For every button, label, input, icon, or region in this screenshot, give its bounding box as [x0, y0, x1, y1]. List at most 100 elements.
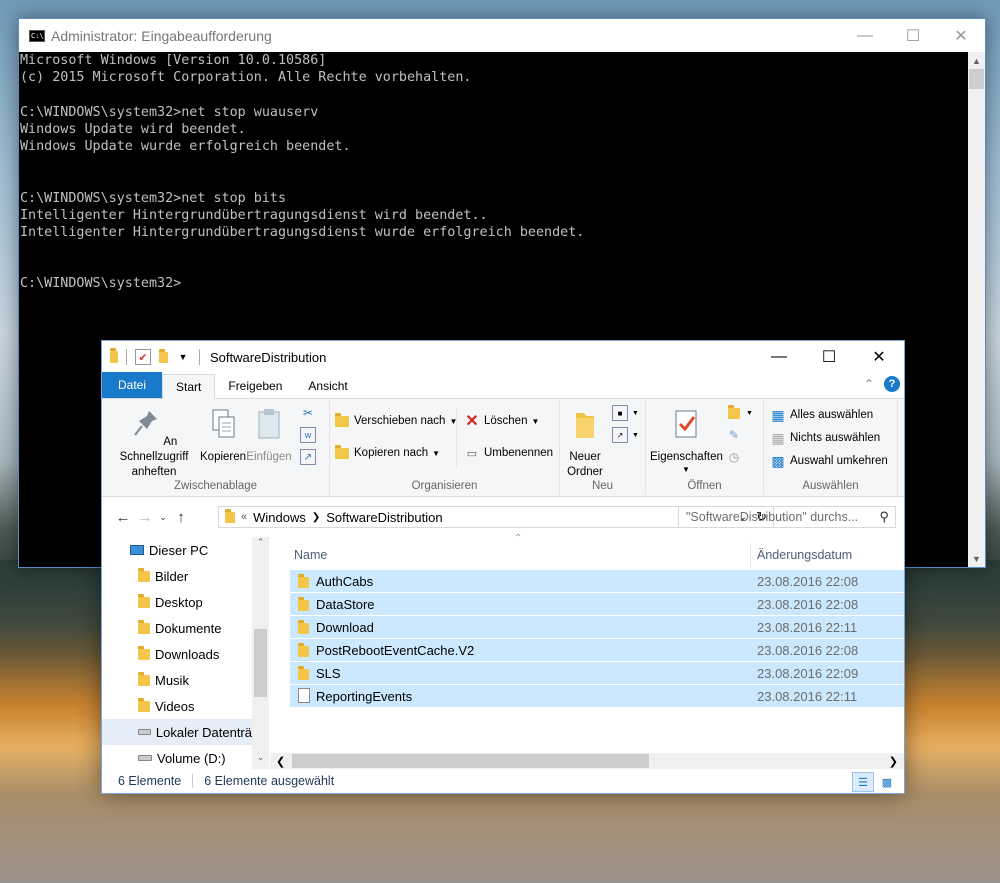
scroll-thumb[interactable] — [292, 754, 649, 768]
close-button[interactable]: ✕ — [937, 19, 985, 52]
overflow-chevron[interactable]: « — [241, 511, 247, 523]
select-none-button[interactable]: ▦ Nichts auswählen — [770, 430, 880, 446]
horizontal-scrollbar[interactable]: ❮ ❯ — [270, 753, 904, 769]
nav-item[interactable]: Bilder — [102, 563, 252, 589]
scroll-up-icon[interactable]: ▲ — [968, 52, 985, 69]
scissors-icon: ✂ — [302, 406, 314, 420]
copy-button[interactable]: Kopieren — [200, 407, 246, 465]
file-row[interactable]: DataStore 23.08.2016 22:08 — [290, 593, 904, 615]
maximize-button[interactable]: ☐ — [804, 341, 854, 373]
invert-selection-label: Auswahl umkehren — [790, 455, 888, 467]
group-label: Organisieren — [411, 480, 478, 492]
cmd-scrollbar[interactable]: ▲ ▼ — [968, 52, 985, 567]
open-group: Eigenschaften ▼ ▼ ✎ ◷ Öffnen — [646, 399, 764, 495]
tab-share[interactable]: Freigeben — [215, 374, 295, 398]
large-icons-view-icon[interactable]: ▩ — [876, 772, 898, 792]
tab-view[interactable]: Ansicht — [295, 374, 360, 398]
documents-folder-icon — [138, 619, 150, 634]
select-none-label: Nichts auswählen — [790, 432, 881, 444]
paste-button[interactable]: Einfügen — [246, 407, 292, 465]
details-view-icon[interactable]: ☰ — [852, 772, 874, 792]
nav-item[interactable]: Lokaler Datenträ — [102, 719, 252, 745]
nav-item[interactable]: Desktop — [102, 589, 252, 615]
item-count: 6 Elemente — [118, 774, 182, 788]
edit-button[interactable]: ✎ — [726, 427, 742, 443]
file-list: ⌃ Name Änderungsdatum AuthCabs 23.08.2016… — [270, 533, 904, 769]
scroll-thumb[interactable] — [254, 629, 267, 697]
tab-start[interactable]: Start — [162, 374, 216, 399]
recent-locations-icon[interactable]: ⌄ — [156, 512, 170, 523]
minimize-button[interactable]: — — [754, 341, 804, 373]
nav-item[interactable]: Musik — [102, 667, 252, 693]
close-button[interactable]: ✕ — [854, 341, 904, 373]
organize-group: Verschieben nach ▼ Kopieren nach ▼ ✕ Lös… — [330, 399, 560, 495]
scroll-down-icon[interactable]: ⌄ — [252, 752, 269, 769]
new-item-button[interactable]: ■ ▼ — [612, 405, 639, 421]
console-line: C:\WINDOWS\system32> — [20, 276, 182, 292]
move-to-label: Verschieben nach — [354, 415, 446, 427]
open-button[interactable]: ▼ — [726, 404, 753, 421]
tab-file[interactable]: Datei — [102, 372, 163, 398]
explorer-titlebar[interactable]: ✔ ▼ SoftwareDistribution — ☐ ✕ — [102, 341, 904, 373]
back-arrow-icon[interactable]: ← — [112, 509, 134, 526]
nav-item[interactable]: Dieser PC — [102, 537, 252, 563]
paste-shortcut-button[interactable]: ↗ — [300, 449, 316, 465]
search-box[interactable]: "SoftwareDistribution" durchs... ⚲ — [678, 506, 896, 528]
move-to-icon — [334, 412, 350, 429]
forward-arrow-icon[interactable]: → — [134, 509, 156, 526]
file-row[interactable]: ReportingEvents 23.08.2016 22:11 — [290, 685, 904, 707]
cmd-titlebar[interactable]: C:\ Administrator: Eingabeaufforderung —… — [19, 19, 985, 52]
scroll-thumb[interactable] — [969, 69, 984, 89]
group-label: Öffnen — [687, 480, 722, 492]
easy-access-button[interactable]: ↗ ▼ — [612, 427, 639, 443]
minimize-button[interactable]: — — [841, 19, 889, 52]
scroll-up-icon[interactable]: ⌃ — [252, 537, 269, 554]
new-folder-icon[interactable] — [155, 348, 171, 365]
new-folder-button[interactable]: Neuer Ordner — [562, 407, 608, 480]
select-all-button[interactable]: ▦ Alles auswählen — [770, 407, 873, 423]
breadcrumb-windows[interactable]: Windows — [253, 510, 306, 525]
folder-icon — [225, 508, 235, 523]
help-icon[interactable]: ? — [884, 376, 900, 392]
rename-button[interactable]: ▭ Umbenennen — [464, 445, 553, 461]
history-icon: ◷ — [728, 450, 740, 464]
delete-button[interactable]: ✕ Löschen ▼ — [464, 413, 539, 430]
scroll-down-icon[interactable]: ▼ — [968, 550, 985, 567]
history-button[interactable]: ◷ — [726, 449, 742, 465]
nav-item[interactable]: Volume (D:) — [102, 745, 252, 771]
copy-icon — [212, 409, 235, 438]
file-row[interactable]: PostRebootEventCache.V2 23.08.2016 22:08 — [290, 639, 904, 661]
nav-scrollbar[interactable]: ⌃ ⌄ — [252, 537, 269, 769]
group-label: Zwischenablage — [173, 480, 258, 492]
column-date[interactable]: Änderungsdatum — [757, 548, 852, 562]
scroll-left-icon[interactable]: ❮ — [276, 755, 285, 768]
file-row[interactable]: Download 23.08.2016 22:11 — [290, 616, 904, 638]
folder-icon — [298, 666, 309, 680]
address-row: ← → ⌄ ↑ « Windows ❯ SoftwareDistribution… — [102, 497, 904, 537]
properties-check-icon[interactable]: ✔ — [135, 349, 151, 365]
copy-to-button[interactable]: Kopieren nach ▼ — [334, 444, 440, 461]
properties-button[interactable]: Eigenschaften ▼ — [650, 407, 723, 475]
maximize-button[interactable]: ☐ — [889, 19, 937, 52]
nav-item-label: Desktop — [155, 594, 203, 610]
column-name[interactable]: Name — [294, 548, 327, 562]
copy-path-button[interactable]: w — [300, 427, 316, 443]
up-arrow-icon[interactable]: ↑ — [170, 509, 192, 526]
clipboard-icon — [258, 409, 280, 439]
videos-folder-icon — [138, 697, 150, 712]
scroll-right-icon[interactable]: ❯ — [889, 755, 898, 768]
nav-item[interactable]: Videos — [102, 693, 252, 719]
pin-quickaccess-button[interactable]: An Schnellzugriff anheften — [108, 407, 200, 480]
invert-selection-button[interactable]: ▩ Auswahl umkehren — [770, 453, 888, 469]
collapse-ribbon-icon[interactable]: ⌃ — [864, 377, 874, 391]
file-row[interactable]: AuthCabs 23.08.2016 22:08 — [290, 570, 904, 592]
nav-item[interactable]: Dokumente — [102, 615, 252, 641]
customize-quickaccess-icon[interactable]: ▼ — [175, 349, 191, 365]
nav-item[interactable]: Downloads — [102, 641, 252, 667]
move-to-button[interactable]: Verschieben nach ▼ — [334, 412, 457, 429]
cut-button[interactable]: ✂ — [300, 405, 316, 421]
file-row[interactable]: SLS 23.08.2016 22:09 — [290, 662, 904, 684]
breadcrumb-current[interactable]: SoftwareDistribution — [326, 510, 442, 525]
search-icon[interactable]: ⚲ — [879, 509, 889, 525]
